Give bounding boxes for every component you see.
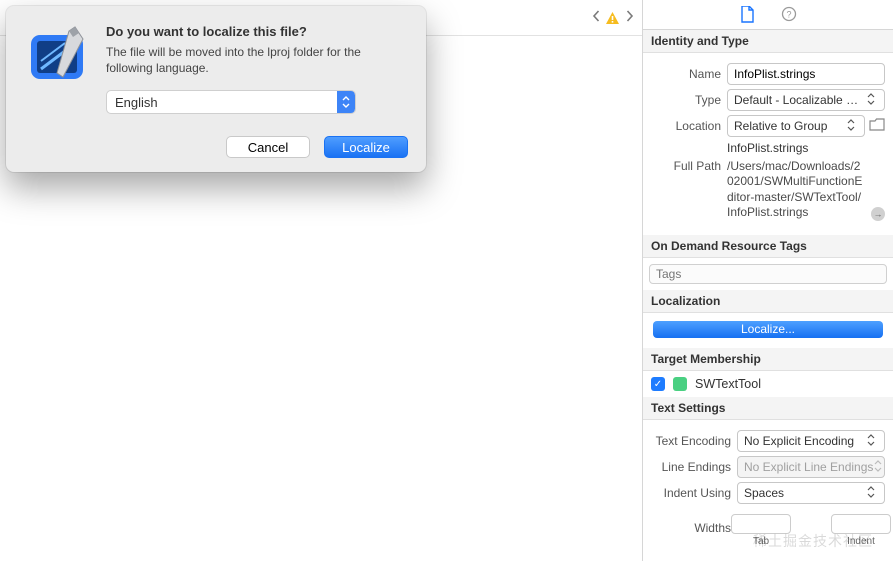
inspector-panel: ? Identity and Type Name Type Default - … [642, 0, 893, 561]
type-label: Type [651, 93, 721, 107]
svg-text:?: ? [786, 10, 791, 20]
folder-icon[interactable] [869, 118, 885, 134]
stepper-icon [866, 90, 880, 110]
target-name: SWTextTool [695, 377, 761, 391]
localize-dialog: Do you want to localize this file? The f… [6, 6, 426, 172]
location-select[interactable]: Relative to Group [727, 115, 865, 137]
language-select[interactable]: English [106, 90, 356, 114]
localization-section-header: Localization [643, 290, 893, 313]
fullpath-value: /Users/mac/Downloads/202001/SWMultiFunct… [727, 159, 863, 221]
indent-width-field[interactable] [831, 514, 891, 534]
stepper-icon [866, 431, 880, 451]
tab-width-field[interactable] [731, 514, 791, 534]
confirm-localize-button[interactable]: Localize [324, 136, 408, 158]
lineendings-label: Line Endings [651, 460, 731, 474]
type-select[interactable]: Default - Localizable Strin… [727, 89, 885, 111]
dialog-description: The file will be moved into the lproj fo… [106, 44, 408, 76]
text-section-header: Text Settings [643, 397, 893, 420]
lineendings-select[interactable]: No Explicit Line Endings [737, 456, 885, 478]
target-row: ✓ SWTextTool [643, 371, 893, 397]
file-inspector-tab-icon[interactable] [739, 6, 755, 22]
tags-field[interactable] [649, 264, 887, 284]
location-label: Location [651, 119, 721, 133]
target-checkbox[interactable]: ✓ [651, 377, 665, 391]
location-value: Relative to Group [734, 119, 827, 133]
indent-label: Indent Using [651, 486, 731, 500]
stepper-icon [846, 116, 860, 136]
help-inspector-tab-icon[interactable]: ? [781, 6, 797, 22]
encoding-label: Text Encoding [651, 434, 731, 448]
tab-width-label: Tab [753, 536, 769, 547]
location-file: InfoPlist.strings [727, 141, 885, 155]
type-value: Default - Localizable Strin… [734, 93, 866, 107]
xcode-app-icon [24, 24, 90, 90]
target-section-header: Target Membership [643, 348, 893, 371]
stepper-icon [873, 457, 885, 477]
indent-width-label: Indent [847, 536, 875, 547]
warning-icon[interactable] [605, 11, 620, 25]
name-field[interactable] [727, 63, 885, 85]
app-icon [673, 377, 687, 391]
localize-button[interactable]: Localize... [653, 321, 883, 338]
language-value: English [115, 95, 158, 110]
encoding-select[interactable]: No Explicit Encoding [737, 430, 885, 452]
stepper-icon [866, 483, 880, 503]
name-label: Name [651, 67, 721, 81]
dropdown-icon [337, 90, 355, 114]
nav-back-icon[interactable] [589, 10, 603, 25]
dialog-title: Do you want to localize this file? [106, 24, 408, 39]
cancel-button[interactable]: Cancel [226, 136, 310, 158]
reveal-in-finder-icon[interactable]: → [871, 207, 885, 221]
indent-select[interactable]: Spaces [737, 482, 885, 504]
inspector-tab-bar: ? [643, 0, 893, 30]
widths-label: Widths [651, 521, 731, 535]
identity-section-header: Identity and Type [643, 30, 893, 53]
fullpath-label: Full Path [651, 159, 721, 173]
tags-section-header: On Demand Resource Tags [643, 235, 893, 258]
nav-forward-icon[interactable] [622, 10, 636, 25]
